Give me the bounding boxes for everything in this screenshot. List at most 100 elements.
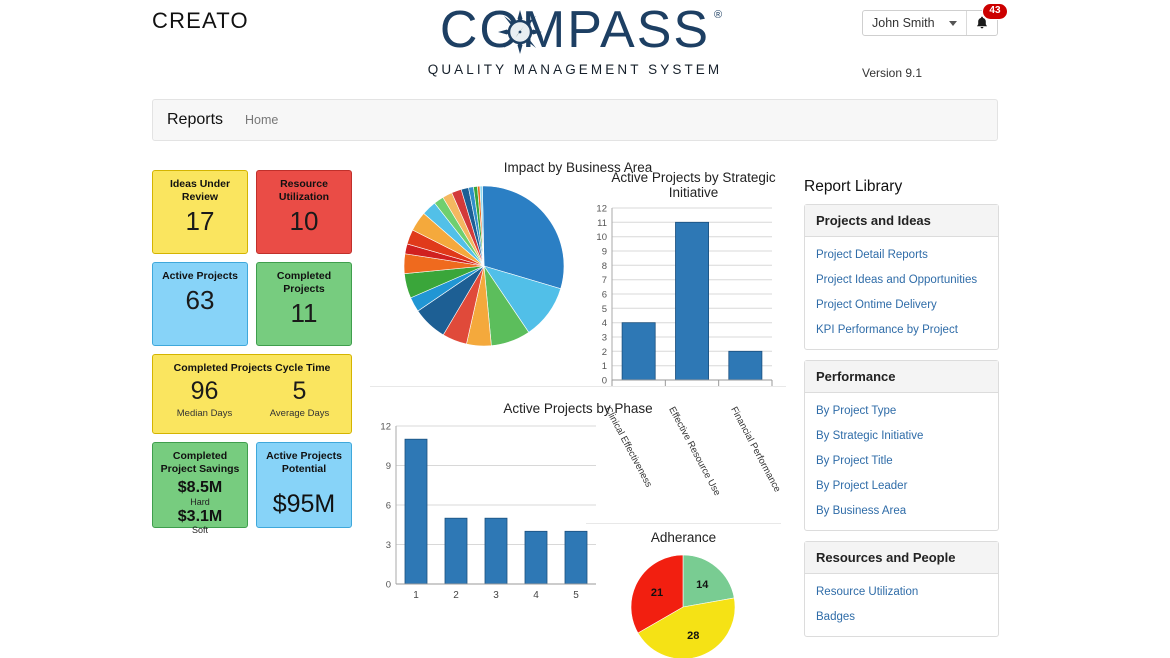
x-tick-label: Clinical Effectiveness <box>602 405 655 490</box>
kpi-row-4: Completed Project Savings $8.5M Hard $3.… <box>152 442 352 535</box>
kpi-value: 5 <box>292 377 307 406</box>
kpi-row-2: Active Projects 63 Completed Projects 11 <box>152 262 352 346</box>
library-link[interactable]: Badges <box>816 611 987 623</box>
notification-count-badge: 43 <box>982 3 1008 20</box>
section-links: Resource Utilization Badges <box>805 574 998 636</box>
section-links: By Project Type By Strategic Initiative … <box>805 393 998 530</box>
chart-active-projects-by-strategic-initiative: Active Projects by Strategic Initiative … <box>586 170 801 658</box>
kpi-value: 63 <box>185 285 215 316</box>
kpi-tile-active-projects[interactable]: Active Projects 63 <box>152 262 248 346</box>
section-title: Performance <box>805 361 998 393</box>
x-tick-label: 1 <box>413 590 419 601</box>
strategic-bar-svg[interactable]: 1211109876543210 <box>586 200 786 400</box>
y-tick-label: 2 <box>602 347 607 358</box>
y-tick-label: 12 <box>380 422 391 433</box>
y-tick-label: 10 <box>596 232 607 243</box>
kpi-sublabel: Median Days <box>176 408 233 420</box>
library-link[interactable]: Project Ontime Delivery <box>816 299 987 311</box>
kpi-value: 11 <box>290 298 318 329</box>
y-tick-label: 3 <box>602 333 607 344</box>
bar[interactable] <box>444 517 468 585</box>
kpi-title: Completed Projects Cycle Time <box>173 362 331 374</box>
kpi-tile-completed-projects[interactable]: Completed Projects 11 <box>256 262 352 346</box>
bar[interactable] <box>728 350 763 381</box>
kpi-tile-resource-utilization[interactable]: Resource Utilization 10 <box>256 170 352 254</box>
kpi-tile-active-potential[interactable]: Active Projects Potential $95M <box>256 442 352 528</box>
kpi-row-1: Ideas Under Review 17 Resource Utilizati… <box>152 170 352 254</box>
y-tick-label: 9 <box>602 247 607 258</box>
kpi-title: Completed Project Savings <box>160 450 240 476</box>
pie-slice-label: 28 <box>687 630 699 642</box>
library-link[interactable]: KPI Performance by Project <box>816 324 987 336</box>
kpi-hard-label: Hard <box>190 496 210 507</box>
page-title: Reports <box>167 111 224 128</box>
kpi-title: Active Projects <box>162 270 238 282</box>
kpi-tile-project-savings[interactable]: Completed Project Savings $8.5M Hard $3.… <box>152 442 248 535</box>
cycle-median: 96 Median Days <box>157 378 252 420</box>
chart-adherance: Adherance 14 28 21 <box>586 530 801 658</box>
strategic-x-axis-labels: Clinical Effectiveness Effective Resourc… <box>586 405 801 505</box>
version-label: Version 9.1 <box>862 66 923 80</box>
library-link[interactable]: By Project Title <box>816 455 987 467</box>
x-tick-label: 3 <box>493 590 499 601</box>
library-link[interactable]: Project Ideas and Opportunities <box>816 274 987 286</box>
phase-bar-svg[interactable]: 1296301 2 3 4 5 <box>370 416 610 606</box>
compass-logo: COMPASS ® QUALITY MANAGEMENT SYSTEM <box>410 4 740 77</box>
bar[interactable] <box>484 517 508 585</box>
library-link[interactable]: By Project Type <box>816 405 987 417</box>
x-tick-label: Financial Performance <box>728 405 783 495</box>
library-link[interactable]: By Business Area <box>816 505 987 517</box>
y-tick-label: 6 <box>602 290 607 301</box>
y-tick-label: 9 <box>386 461 391 472</box>
library-section-performance: Performance By Project Type By Strategic… <box>804 360 999 531</box>
creato-logo: CREATO <box>152 8 249 33</box>
page-header: CREATO COMPASS ® QUALITY MANAGEMENT SYST… <box>0 0 1170 95</box>
kpi-value: $95M <box>272 490 336 519</box>
chevron-down-icon <box>948 20 957 26</box>
user-menu-button[interactable]: John Smith <box>863 11 967 35</box>
section-title: Projects and Ideas <box>805 205 998 237</box>
user-name-label: John Smith <box>872 16 935 30</box>
registered-mark-icon: ® <box>713 9 725 21</box>
compass-wordmark: COMPASS ® <box>440 4 722 56</box>
kpi-title: Ideas Under Review <box>169 178 231 204</box>
kpi-title: Resource Utilization <box>278 178 330 204</box>
kpi-sublabel: Average Days <box>269 408 330 420</box>
y-tick-label: 3 <box>386 540 391 551</box>
user-account-control: John Smith 43 <box>862 3 1008 36</box>
kpi-tile-ideas-under-review[interactable]: Ideas Under Review 17 <box>152 170 248 254</box>
bar[interactable] <box>404 438 428 585</box>
y-tick-label: 11 <box>597 218 607 229</box>
y-tick-label: 0 <box>602 376 607 387</box>
report-library: Report Library Projects and Ideas Projec… <box>804 178 999 647</box>
library-link[interactable]: By Project Leader <box>816 480 987 492</box>
notifications-button[interactable]: 43 <box>967 3 1008 35</box>
breadcrumb-home-link[interactable]: Home <box>245 113 278 127</box>
pie-slice-label: 21 <box>651 587 663 599</box>
kpi-value: 17 <box>185 206 215 237</box>
section-links: Project Detail Reports Project Ideas and… <box>805 237 998 349</box>
kpi-tile-cycle-time[interactable]: Completed Projects Cycle Time 96 Median … <box>152 354 352 434</box>
bar[interactable] <box>675 221 709 381</box>
impact-pie-svg[interactable] <box>402 178 567 353</box>
library-section-resources-and-people: Resources and People Resource Utilizatio… <box>804 541 999 637</box>
library-link[interactable]: Resource Utilization <box>816 586 987 598</box>
cycle-average: 5 Average Days <box>252 377 347 420</box>
chart-title: Active Projects by Strategic Initiative <box>611 170 776 200</box>
bar[interactable] <box>564 530 588 585</box>
kpi-value: 10 <box>289 206 319 237</box>
y-tick-label: 0 <box>386 580 391 591</box>
library-link[interactable]: By Strategic Initiative <box>816 430 987 442</box>
bar[interactable] <box>621 322 656 381</box>
y-tick-label: 7 <box>602 275 607 286</box>
kpi-title: Active Projects Potential <box>266 450 342 476</box>
x-tick-label: 5 <box>573 590 579 601</box>
adherance-pie-svg[interactable]: 14 28 21 <box>618 545 748 658</box>
library-link[interactable]: Project Detail Reports <box>816 249 987 261</box>
kpi-hard-value: $8.5M <box>177 479 223 497</box>
section-title: Resources and People <box>805 542 998 574</box>
compass-rose-icon <box>497 10 542 63</box>
x-tick-label: Effective Resource Use <box>666 405 723 498</box>
bar[interactable] <box>524 530 548 585</box>
y-tick-label: 4 <box>602 318 607 329</box>
